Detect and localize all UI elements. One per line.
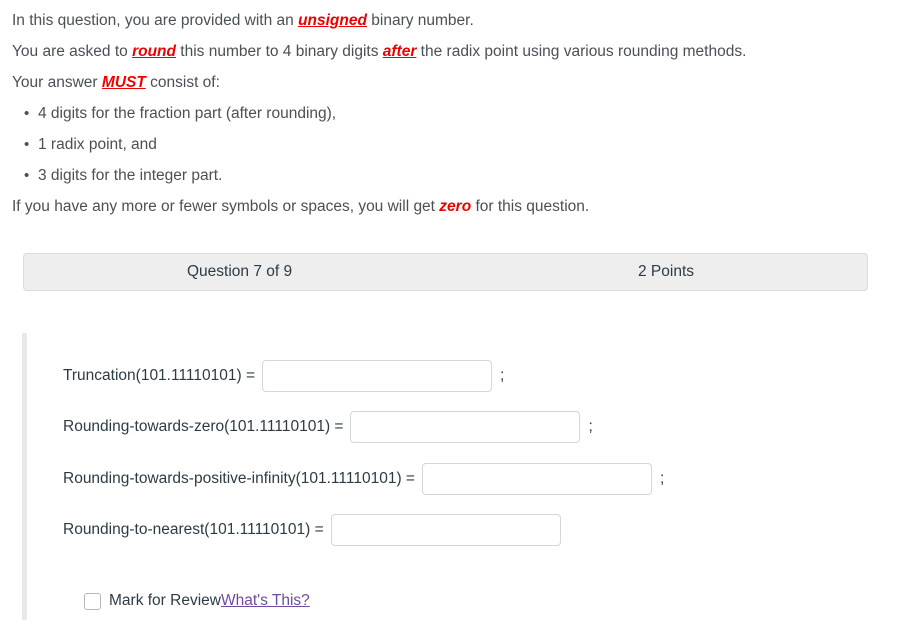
mark-for-review-group: Mark for Review What's This? — [84, 592, 310, 610]
prompt-line-4-part-a: If you have any more or fewer symbols or… — [12, 198, 440, 215]
requirements-list: 4 digits for the fraction part (after ro… — [12, 103, 893, 187]
question-number-label: Question 7 of 9 — [187, 263, 293, 280]
answer-row-rounding-towards-zero: Rounding-towards-zero(101.11110101) = ; — [63, 411, 593, 443]
prompt-line-2-part-a: You are asked to — [12, 43, 133, 60]
whats-this-link[interactable]: What's This? — [221, 592, 310, 610]
mark-for-review-label: Mark for Review — [109, 592, 221, 609]
prompt-line-1-part-b: binary number. — [366, 12, 474, 29]
answer-row-truncation: Truncation(101.11110101) = ; — [63, 360, 504, 392]
answer-label-rounding-towards-positive-infinity: Rounding-towards-positive-infinity(101.1… — [63, 470, 415, 487]
answer-separator: ; — [659, 470, 665, 487]
prompt-line-1-part-a: In this question, you are provided with … — [12, 12, 299, 29]
question-points-label: 2 Points — [638, 263, 695, 280]
answer-separator: ; — [500, 367, 505, 384]
answer-label-rounding-towards-zero: Rounding-towards-zero(101.11110101) = — [63, 418, 344, 435]
prompt-line-4-part-b: for this question. — [471, 198, 590, 215]
answer-input-rounding-towards-zero[interactable] — [350, 411, 581, 443]
emphasis-must: MUST — [101, 74, 146, 91]
answer-row-rounding-to-nearest: Rounding-to-nearest(101.11110101) = — [63, 514, 569, 546]
prompt-line-1: In this question, you are provided with … — [12, 10, 893, 32]
list-item: 4 digits for the fraction part (after ro… — [24, 103, 893, 125]
answer-input-rounding-to-nearest[interactable] — [330, 514, 561, 546]
prompt-line-2-part-c: the radix point using various rounding m… — [416, 43, 747, 60]
prompt-line-4: If you have any more or fewer symbols or… — [12, 196, 893, 218]
prompt-line-3-part-b: consist of: — [145, 74, 220, 91]
answer-block: Truncation(101.11110101) = ; Rounding-to… — [22, 333, 882, 620]
list-item: 3 digits for the integer part. — [24, 165, 893, 187]
answer-input-truncation[interactable] — [262, 360, 493, 392]
emphasis-unsigned: unsigned — [298, 12, 367, 29]
answer-label-truncation: Truncation(101.11110101) = — [63, 367, 256, 384]
answer-separator: ; — [588, 418, 593, 435]
prompt-line-3-part-a: Your answer — [12, 74, 102, 91]
list-item: 1 radix point, and — [24, 134, 893, 156]
prompt-line-2-part-b: this number to 4 binary digits — [175, 43, 383, 60]
prompt-line-2: You are asked to round this number to 4 … — [12, 41, 893, 63]
emphasis-zero: zero — [439, 198, 472, 215]
answer-row-rounding-towards-positive-infinity: Rounding-towards-positive-infinity(101.1… — [63, 463, 664, 495]
question-prompt: In this question, you are provided with … — [0, 0, 905, 218]
question-header-bar: Question 7 of 9 2 Points — [23, 253, 868, 291]
emphasis-after: after — [382, 43, 417, 60]
prompt-line-3: Your answer MUST consist of: — [12, 72, 893, 94]
mark-for-review-checkbox[interactable] — [84, 592, 101, 610]
emphasis-round: round — [132, 43, 176, 60]
answer-input-rounding-towards-positive-infinity[interactable] — [421, 463, 652, 495]
answer-label-rounding-to-nearest: Rounding-to-nearest(101.11110101) = — [63, 521, 324, 538]
